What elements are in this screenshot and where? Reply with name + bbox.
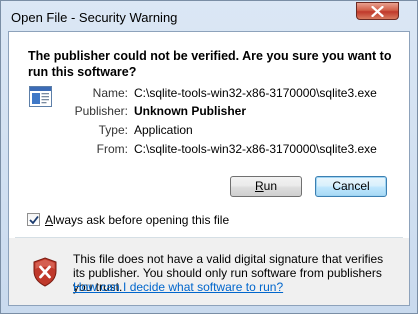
always-ask-accel: A	[45, 213, 54, 227]
from-value: C:\sqlite-tools-win32-x86-3170000\sqlite…	[134, 142, 377, 156]
run-label-accel: R	[254, 179, 264, 193]
cancel-button[interactable]: Cancel	[315, 176, 387, 197]
run-button[interactable]: Run	[230, 176, 302, 197]
name-label: Name:	[92, 86, 128, 100]
from-label: From:	[96, 142, 128, 156]
checkmark-icon	[29, 215, 39, 225]
dialog-body: The publisher could not be verified. Are…	[8, 31, 410, 306]
help-link[interactable]: How can I decide what software to run?	[73, 280, 283, 294]
red-shield-x-icon	[33, 257, 57, 287]
dialog-heading: The publisher could not be verified. Are…	[28, 49, 392, 79]
run-label-after: un	[263, 179, 278, 193]
close-icon	[371, 6, 384, 17]
name-value: C:\sqlite-tools-win32-x86-3170000\sqlite…	[134, 86, 377, 100]
publisher-label: Publisher:	[74, 104, 128, 118]
always-ask-label[interactable]: Always ask before opening this file	[45, 213, 229, 227]
window-title: Open File - Security Warning	[11, 10, 178, 25]
security-warning-dialog: Open File - Security Warning The publish…	[0, 0, 418, 314]
close-button[interactable]	[356, 2, 399, 20]
publisher-value: Unknown Publisher	[134, 104, 247, 118]
type-label: Type:	[98, 123, 128, 137]
always-ask-label-rest: lways ask before opening this file	[53, 213, 230, 227]
always-ask-checkbox[interactable]	[27, 213, 40, 226]
type-value: Application	[134, 123, 193, 137]
